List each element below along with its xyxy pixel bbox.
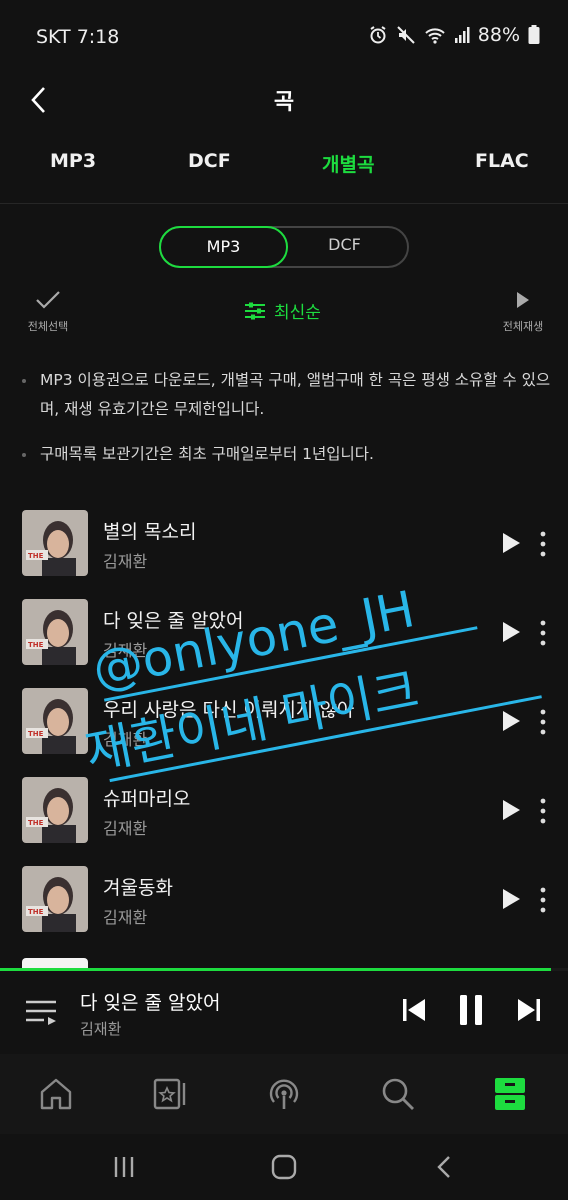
progress-bar[interactable] [0,968,568,971]
play-icon[interactable] [498,531,522,555]
home-circle-icon [271,1154,297,1180]
play-all-label: 전체재생 [502,320,544,333]
svg-text:THE: THE [28,552,44,560]
previous-icon[interactable] [402,996,426,1024]
svg-text:THE: THE [28,908,44,916]
wifi-icon [425,28,445,44]
more-icon[interactable] [534,885,552,915]
song-artist: 김재환 [103,641,148,660]
song-artist: 김재환 [103,908,148,927]
album-art[interactable]: THE [22,777,88,843]
list-item[interactable]: THE 슈퍼마리오 김재환 [0,774,568,863]
recents-button[interactable] [104,1152,144,1182]
format-tabs: MP3 DCF 개별곡 FLAC [0,150,568,194]
album-art[interactable]: THE [22,688,88,754]
status-bar: SKT 7:18 88% [0,0,568,74]
more-icon[interactable] [534,796,552,826]
select-all-button[interactable]: 전체선택 [22,290,74,334]
svg-text:THE: THE [28,819,44,827]
now-playing-artist: 김재환 [80,1020,122,1038]
home-button[interactable] [264,1152,304,1182]
album-art[interactable]: THE [22,599,88,665]
battery-percent: 88% [477,24,520,46]
list-item[interactable]: THE 다 잊은 줄 알았어 김재환 [0,596,568,685]
play-icon [517,292,529,308]
play-icon[interactable] [498,709,522,733]
list-item[interactable]: THE 별의 목소리 김재환 [0,507,568,596]
search-icon [382,1078,414,1110]
more-icon[interactable] [534,529,552,559]
album-art[interactable]: THE [22,510,88,576]
sliders-icon [245,302,265,319]
song-list: THE 별의 목소리 김재환 THE 다 잊은 줄 알았어 김재환 THE 우리… [0,507,568,952]
signal-icon [454,27,470,43]
system-nav [0,1134,568,1200]
nav-storage[interactable] [490,1074,530,1114]
song-title: 별의 목소리 [103,521,197,543]
svg-text:THE: THE [28,730,44,738]
sort-button[interactable]: 최신순 [244,298,321,323]
list-toolbar: 전체선택 최신순 전체재생 [0,290,568,338]
carrier-time: SKT 7:18 [36,26,120,48]
nav-search[interactable] [378,1074,418,1114]
playlist-icon[interactable] [24,996,58,1028]
alarm-icon [370,26,386,44]
song-title: 겨울동화 [103,877,173,899]
sort-label: 최신순 [274,303,321,323]
header: 곡 [0,74,568,124]
home-icon [40,1078,72,1110]
nav-home[interactable] [36,1074,76,1114]
song-artist: 김재환 [103,552,148,571]
battery-icon [528,25,540,44]
podcast-icon [269,1079,299,1109]
more-icon[interactable] [534,707,552,737]
select-all-label: 전체선택 [27,320,69,333]
back-icon [437,1156,450,1178]
album-art[interactable]: THE [22,866,88,932]
format-segment: MP3 DCF [159,226,409,268]
song-artist: 김재환 [103,730,148,749]
status-icons: 88% [368,24,540,46]
system-back-button[interactable] [424,1152,464,1182]
segment-mp3[interactable]: MP3 [159,226,288,268]
song-title: 슈퍼마리오 [103,788,191,810]
mini-player[interactable]: 다 잊은 줄 알았어 김재환 [0,968,568,1054]
tab-mp3[interactable]: MP3 [50,150,96,172]
pause-icon[interactable] [457,994,485,1026]
more-icon[interactable] [534,618,552,648]
progress-fill [0,968,551,971]
play-all-button[interactable]: 전체재생 [494,290,552,334]
favorites-icon [153,1078,186,1110]
tab-individual[interactable]: 개별곡 [322,150,374,177]
list-item[interactable]: THE 우리 사랑은 다신 이뤄지지 않아 김재환 [0,685,568,774]
song-title: 다 잊은 줄 알았어 [103,610,244,632]
notice-item: 구매목록 보관기간은 최초 구매일로부터 1년입니다. [22,440,552,469]
song-artist: 김재환 [103,819,148,838]
now-playing-title: 다 잊은 줄 알았어 [80,992,221,1014]
bottom-nav [0,1054,568,1134]
svg-text:THE: THE [28,641,44,649]
tab-dcf[interactable]: DCF [188,150,231,172]
check-icon [36,291,60,309]
recents-icon [114,1157,134,1177]
song-title: 우리 사랑은 다신 이뤄지지 않아 [103,699,355,721]
tab-divider [0,203,568,204]
storage-icon [495,1078,525,1110]
tab-flac[interactable]: FLAC [475,150,529,172]
page-title: 곡 [273,90,295,115]
mute-icon [397,26,415,44]
play-icon[interactable] [498,798,522,822]
play-icon[interactable] [498,887,522,911]
list-item[interactable]: THE 겨울동화 김재환 [0,863,568,952]
notice-list: MP3 이용권으로 다운로드, 개별곡 구매, 앨범구매 한 곡은 평생 소유할… [22,366,552,485]
next-icon[interactable] [517,996,541,1024]
nav-podcast[interactable] [264,1074,304,1114]
segment-dcf[interactable]: DCF [280,226,409,268]
notice-item: MP3 이용권으로 다운로드, 개별곡 구매, 앨범구매 한 곡은 평생 소유할… [22,366,552,424]
play-icon[interactable] [498,620,522,644]
nav-favorites[interactable] [150,1074,190,1114]
